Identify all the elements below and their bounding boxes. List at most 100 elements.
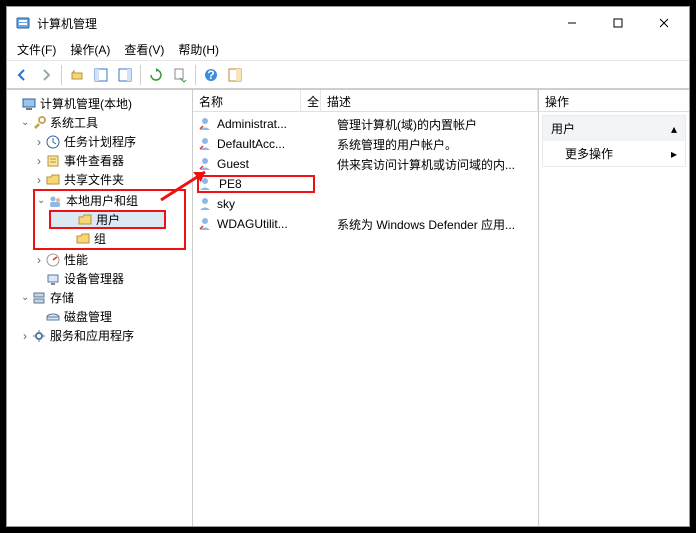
list-item[interactable]: DefaultAcc... 系统管理的用户帐户。	[193, 134, 538, 154]
tree-disk-management[interactable]: 磁盘管理	[9, 307, 190, 326]
tree-label: 磁盘管理	[64, 308, 112, 325]
menu-view[interactable]: 查看(V)	[118, 39, 170, 60]
close-button[interactable]	[641, 8, 687, 38]
twisty-icon[interactable]	[33, 253, 45, 267]
twisty-icon[interactable]	[35, 195, 47, 206]
tree-event-viewer[interactable]: 事件查看器	[9, 151, 190, 170]
list-item[interactable]: Guest 供来宾访问计算机或访问域的内...	[193, 154, 538, 174]
properties-button[interactable]	[114, 64, 136, 86]
collapse-icon: ▴	[671, 122, 677, 136]
menu-action[interactable]: 操作(A)	[64, 39, 116, 60]
tree-task-scheduler[interactable]: 任务计划程序	[9, 132, 190, 151]
user-icon	[197, 216, 213, 232]
twisty-icon[interactable]	[33, 154, 45, 168]
folder-icon	[75, 231, 91, 247]
twisty-icon[interactable]	[19, 329, 31, 343]
tree-shared-folders[interactable]: 共享文件夹	[9, 170, 190, 189]
user-name: WDAGUtilit...	[217, 217, 317, 231]
tree-label: 共享文件夹	[64, 171, 124, 188]
user-icon	[197, 136, 213, 152]
app-window: 计算机管理 文件(F) 操作(A) 查看(V) 帮助(H) ?	[6, 6, 690, 527]
actions-more[interactable]: 更多操作 ▸	[543, 141, 685, 166]
window-title: 计算机管理	[37, 15, 549, 32]
show-hide-tree-button[interactable]	[90, 64, 112, 86]
tree-label: 性能	[64, 251, 88, 268]
titlebar: 计算机管理	[7, 7, 689, 39]
forward-button[interactable]	[35, 64, 57, 86]
tree-label: 用户	[96, 211, 120, 228]
list-item[interactable]: WDAGUtilit... 系统为 Windows Defender 应用...	[193, 214, 538, 234]
column-fullname[interactable]: 全	[301, 90, 321, 111]
performance-icon	[45, 252, 61, 268]
tree-label: 本地用户和组	[66, 192, 138, 209]
actions-section-label: 用户	[551, 120, 575, 137]
tree-local-users-groups[interactable]: 本地用户和组	[35, 191, 184, 210]
column-name[interactable]: 名称	[193, 90, 301, 111]
actions-more-label: 更多操作	[565, 145, 613, 162]
menubar: 文件(F) 操作(A) 查看(V) 帮助(H)	[7, 39, 689, 61]
up-button[interactable]	[66, 64, 88, 86]
tree-services-apps[interactable]: 服务和应用程序	[9, 326, 190, 345]
action-pane-button[interactable]	[224, 64, 246, 86]
twisty-icon[interactable]	[19, 117, 31, 128]
svg-text:?: ?	[207, 68, 214, 82]
menu-file[interactable]: 文件(F)	[11, 39, 62, 60]
maximize-button[interactable]	[595, 8, 641, 38]
tree-label: 组	[94, 230, 106, 247]
tree-performance[interactable]: 性能	[9, 250, 190, 269]
tree-system-tools[interactable]: 系统工具	[9, 113, 190, 132]
toolbar: ?	[7, 61, 689, 89]
minimize-button[interactable]	[549, 8, 595, 38]
shared-folder-icon	[45, 172, 61, 188]
disk-icon	[45, 309, 61, 325]
tree-label: 服务和应用程序	[50, 327, 134, 344]
tools-icon	[31, 115, 47, 131]
clock-icon	[45, 134, 61, 150]
twisty-icon[interactable]	[33, 173, 45, 187]
tree-root[interactable]: 计算机管理(本地)	[9, 94, 190, 113]
storage-icon	[31, 290, 47, 306]
user-name: Guest	[217, 157, 317, 171]
tree-label: 存储	[50, 289, 74, 306]
export-button[interactable]	[169, 64, 191, 86]
actions-section-title[interactable]: 用户 ▴	[543, 116, 685, 141]
tree-groups[interactable]: 组	[35, 229, 184, 248]
services-icon	[31, 328, 47, 344]
tree-label: 计算机管理(本地)	[40, 95, 132, 112]
help-button[interactable]: ?	[200, 64, 222, 86]
actions-section: 用户 ▴ 更多操作 ▸	[542, 115, 686, 167]
refresh-button[interactable]	[145, 64, 167, 86]
users-group-icon	[47, 193, 63, 209]
tree-storage[interactable]: 存储	[9, 288, 190, 307]
tree-label: 系统工具	[50, 114, 98, 131]
tree-device-manager[interactable]: 设备管理器	[9, 269, 190, 288]
content: 计算机管理(本地) 系统工具 任务计划程序 事件查看器 共享文件夹	[7, 89, 689, 526]
list-pane: 名称 全 描述 Administrat... 管理计算机(域)的内置帐户	[193, 90, 539, 526]
chevron-right-icon: ▸	[671, 147, 677, 161]
twisty-icon[interactable]	[19, 292, 31, 303]
actions-pane: 操作 用户 ▴ 更多操作 ▸	[539, 90, 689, 526]
list-item[interactable]: Administrat... 管理计算机(域)的内置帐户	[193, 114, 538, 134]
list-body[interactable]: Administrat... 管理计算机(域)的内置帐户 DefaultAcc.…	[193, 112, 538, 526]
tree-pane[interactable]: 计算机管理(本地) 系统工具 任务计划程序 事件查看器 共享文件夹	[7, 90, 193, 526]
list-item[interactable]: sky	[193, 194, 538, 214]
folder-icon	[77, 212, 93, 228]
actions-header: 操作	[539, 90, 689, 112]
tree-users[interactable]: 用户	[49, 210, 166, 229]
highlight-box: 本地用户和组 用户 组	[33, 189, 186, 250]
list-item[interactable]: PE8	[193, 174, 538, 194]
back-button[interactable]	[11, 64, 33, 86]
menu-help[interactable]: 帮助(H)	[172, 39, 225, 60]
user-description: 供来宾访问计算机或访问域的内...	[337, 156, 538, 173]
user-description: 系统管理的用户帐户。	[337, 136, 538, 153]
app-icon	[15, 15, 31, 31]
separator	[61, 65, 62, 85]
user-description: 系统为 Windows Defender 应用...	[337, 216, 538, 233]
tree-label: 设备管理器	[64, 270, 124, 287]
separator	[140, 65, 141, 85]
window-buttons	[549, 8, 687, 38]
tree-label: 事件查看器	[64, 152, 124, 169]
column-description[interactable]: 描述	[321, 90, 538, 111]
twisty-icon[interactable]	[33, 135, 45, 149]
user-name: PE8	[197, 175, 315, 193]
